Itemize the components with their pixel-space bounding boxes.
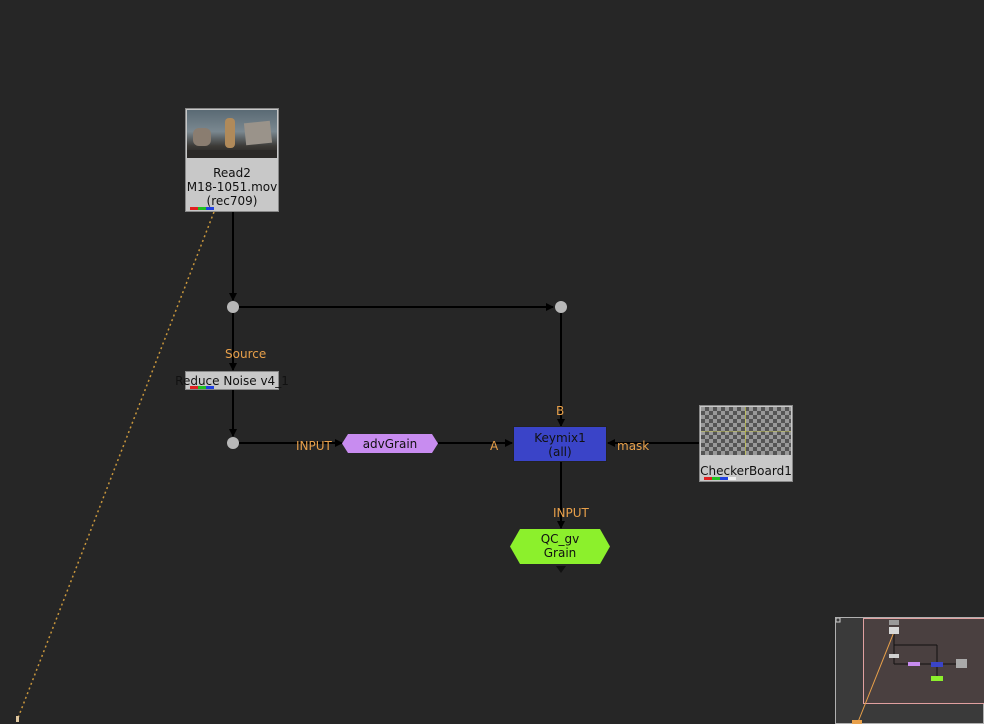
- minimap-graph: [836, 618, 967, 724]
- keymix-mask-label: mask: [617, 439, 650, 453]
- checker-channel-green: [712, 477, 720, 480]
- read-node-name: Read2: [213, 166, 251, 180]
- reduce-noise-channel-red: [190, 386, 198, 389]
- checkerboard-center-line-h: [701, 431, 791, 432]
- qc-input-label: INPUT: [553, 506, 589, 520]
- read-node[interactable]: Read2 M18-1051.mov (rec709): [185, 108, 279, 212]
- checker-channel-alpha: [728, 477, 736, 480]
- read-channel-red: [190, 207, 198, 210]
- checker-channel-blue: [720, 477, 728, 480]
- qc-output-arrow: [556, 566, 566, 573]
- advgrain-label: advGrain: [362, 437, 418, 451]
- dot-node-3[interactable]: [227, 437, 239, 449]
- thumbnail-shelf: [187, 150, 277, 158]
- advgrain-input-label: INPUT: [296, 439, 332, 453]
- qc-gv-grain-node[interactable]: QC_gv Grain: [510, 529, 610, 564]
- read-node-file: M18-1051.mov: [186, 180, 278, 194]
- checkerboard-label: CheckerBoard1: [700, 464, 792, 478]
- node-connections: [17, 211, 699, 719]
- read-thumbnail: [187, 110, 277, 158]
- read-channel-blue: [206, 207, 214, 210]
- keymix-input-a-label: A: [490, 439, 499, 453]
- reduce-noise-channel-blue: [206, 386, 214, 389]
- qc-line2: Grain: [543, 546, 577, 560]
- reduce-noise-input-label: Source: [225, 347, 267, 361]
- read-channel-green: [198, 207, 206, 210]
- keymix-input-b-label: B: [556, 404, 565, 418]
- dot-node-2[interactable]: [555, 301, 567, 313]
- minimap[interactable]: [835, 617, 984, 724]
- expression-link-end-marker: [16, 716, 19, 722]
- thumbnail-object-right: [243, 120, 273, 146]
- dot-node-1[interactable]: [227, 301, 239, 313]
- keymix-sub: (all): [548, 445, 572, 459]
- reduce-noise-channel-green: [198, 386, 206, 389]
- keymix-name: Keymix1: [534, 431, 586, 445]
- expression-link: [17, 211, 215, 719]
- thumbnail-object-left: [193, 128, 211, 146]
- checkerboard-thumbnail: [701, 407, 791, 455]
- thumbnail-object-vase: [225, 118, 235, 148]
- qc-line1: QC_gv: [540, 532, 580, 546]
- keymix-node[interactable]: Keymix1 (all): [513, 426, 607, 462]
- advgrain-node[interactable]: advGrain: [342, 434, 438, 453]
- reduce-noise-node[interactable]: Reduce Noise v4_1: [175, 371, 289, 390]
- node-graph-canvas[interactable]: Read2 M18-1051.mov (rec709) Source Reduc…: [0, 0, 984, 724]
- checkerboard-node[interactable]: CheckerBoard1: [699, 405, 793, 482]
- checker-channel-red: [704, 477, 712, 480]
- read-node-colorspace: (rec709): [206, 194, 258, 208]
